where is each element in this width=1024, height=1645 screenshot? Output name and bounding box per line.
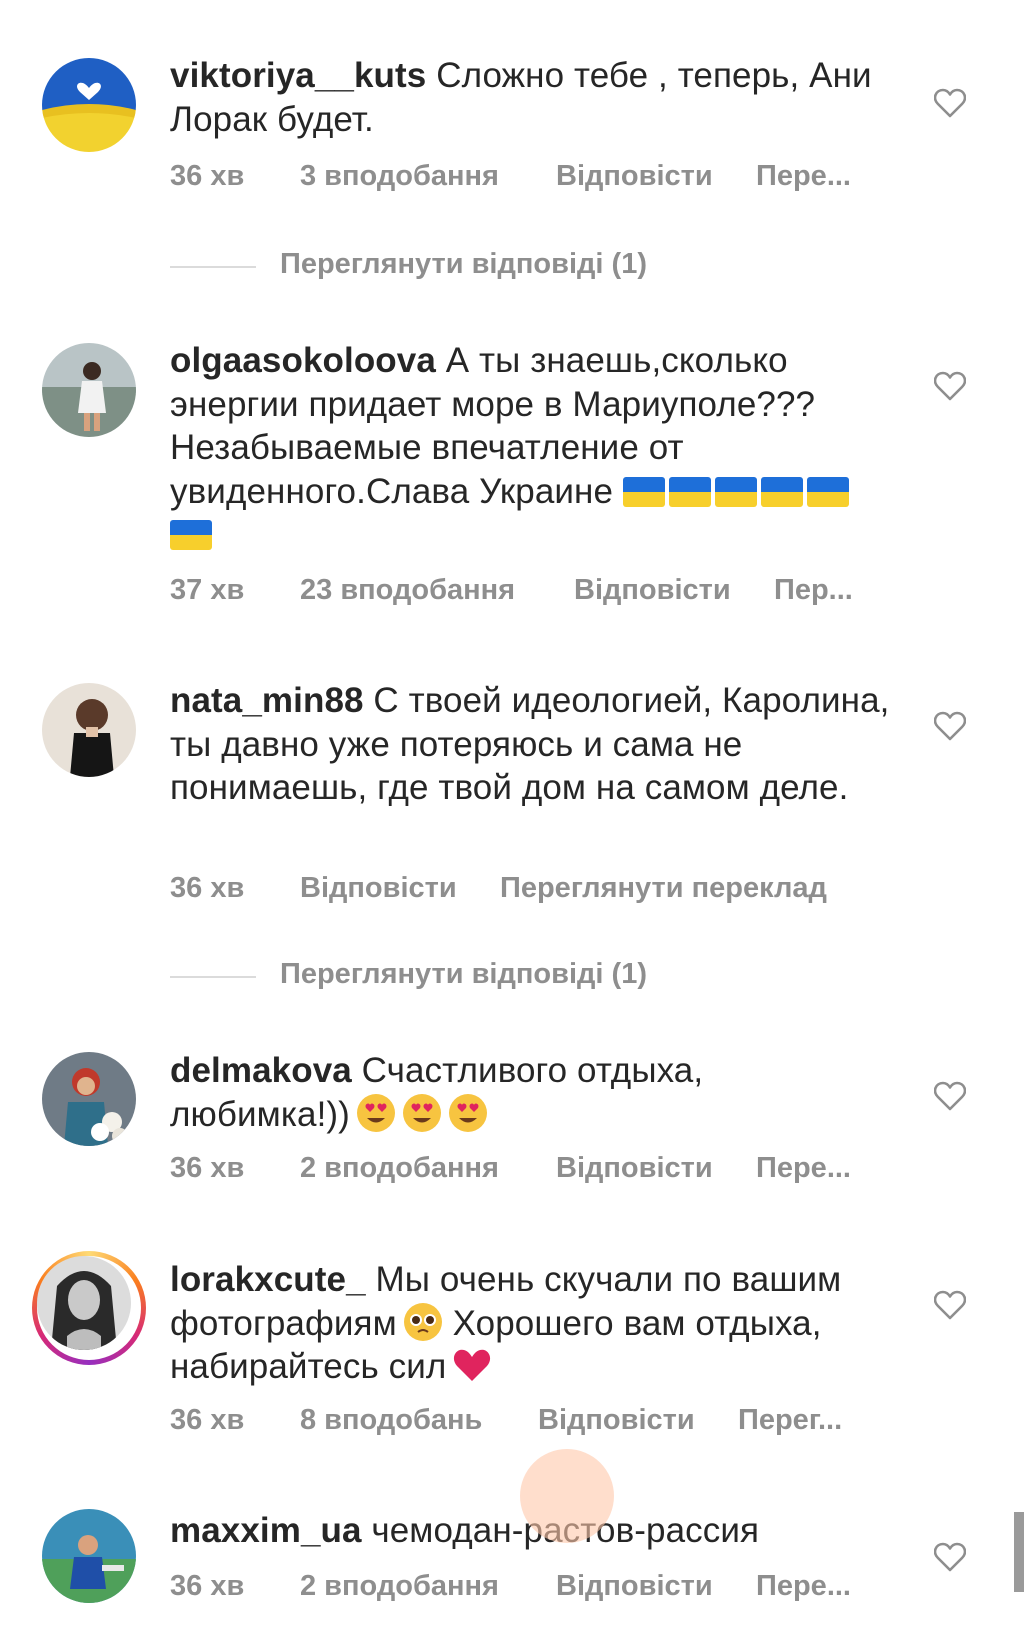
like-heart-icon[interactable] (934, 1542, 966, 1572)
reply-button[interactable]: Відповісти (556, 1152, 713, 1185)
user-avatar[interactable] (37, 1256, 131, 1350)
translate-link[interactable]: Пер... (774, 574, 853, 607)
comment-username[interactable]: olgaasokoloova (170, 341, 436, 380)
like-heart-icon[interactable] (934, 1290, 966, 1320)
comment-username[interactable]: viktoriya__kuts (170, 56, 426, 95)
translate-link[interactable]: Перег... (738, 1404, 842, 1437)
comment-text-block: delmakova Счастливого отдыха, любимка!)) (170, 1049, 890, 1136)
beach-woman-avatar (42, 343, 136, 437)
ukraine-flag-emoji (806, 476, 849, 507)
ukraine-flag-emoji (760, 476, 803, 507)
comment-username[interactable]: maxxim_ua (170, 1511, 362, 1550)
user-avatar[interactable] (42, 1052, 136, 1146)
man-outdoors-avatar (42, 1509, 136, 1603)
woman-with-flowers-avatar (42, 1052, 136, 1146)
user-avatar[interactable] (42, 683, 136, 777)
comment-username[interactable]: lorakxcute_ (170, 1260, 366, 1299)
comment-time: 36 хв (170, 1152, 245, 1184)
comment-time: 36 хв (170, 1570, 245, 1602)
like-heart-icon[interactable] (934, 711, 966, 741)
ukrainian-flag-heart-avatar (42, 58, 136, 152)
likes-count-link[interactable]: 3 вподобання (300, 160, 499, 193)
likes-count-link[interactable]: 8 вподобань (300, 1404, 482, 1437)
comment-time: 36 хв (170, 160, 245, 192)
ukraine-flag-emoji (170, 520, 212, 550)
replies-divider (170, 266, 256, 268)
comment-time: 36 хв (170, 1404, 245, 1436)
comment-text-block: nata_min88 С твоей идеологией, Каролина,… (170, 679, 890, 810)
view-replies-label[interactable]: Переглянути відповіді (1) (280, 958, 647, 991)
translate-link[interactable]: Пере... (756, 160, 851, 193)
likes-count-link[interactable]: 2 вподобання (300, 1152, 499, 1185)
user-avatar[interactable] (42, 1509, 136, 1603)
comment-username[interactable]: nata_min88 (170, 681, 364, 720)
reply-button[interactable]: Відповісти (538, 1404, 695, 1437)
reply-button[interactable]: Відповісти (556, 1570, 713, 1603)
touch-indicator (520, 1449, 614, 1543)
story-ring[interactable] (32, 1251, 146, 1365)
translate-link[interactable]: Пере... (756, 1152, 851, 1185)
comment-text-block: olgaasokoloova А ты знаешь,сколько энерг… (170, 339, 890, 557)
comment-time: 36 хв (170, 872, 245, 904)
user-avatar[interactable] (42, 343, 136, 437)
ukraine-flag-emoji (668, 476, 711, 507)
translate-link[interactable]: Пере... (756, 1570, 851, 1603)
user-avatar[interactable] (42, 58, 136, 152)
heart-eyes-emoji (402, 1093, 442, 1133)
reply-button[interactable]: Відповісти (556, 160, 713, 193)
red-heart-emoji (452, 1345, 492, 1385)
ukraine-flag-emoji (714, 476, 757, 507)
ukraine-flag-emoji (622, 476, 665, 507)
pleading-face-emoji (403, 1302, 443, 1342)
scrollbar-thumb[interactable] (1014, 1512, 1024, 1592)
translate-link[interactable]: Переглянути переклад (500, 872, 827, 905)
comment-text-block: viktoriya__kuts Сложно тебе , теперь, Ан… (170, 54, 890, 141)
heart-eyes-emoji (356, 1093, 396, 1133)
likes-count-link[interactable]: 23 вподобання (300, 574, 515, 607)
likes-count-link[interactable]: 2 вподобання (300, 1570, 499, 1603)
like-heart-icon[interactable] (934, 1081, 966, 1111)
heart-eyes-emoji (448, 1093, 488, 1133)
portrait-woman-story-avatar (37, 1256, 131, 1350)
woman-in-black-avatar (42, 683, 136, 777)
comment-time: 37 хв (170, 574, 245, 606)
comment-text-block: lorakxcute_ Мы очень скучали по вашим фо… (170, 1258, 890, 1389)
replies-divider (170, 976, 256, 978)
like-heart-icon[interactable] (934, 371, 966, 401)
view-replies-label[interactable]: Переглянути відповіді (1) (280, 248, 647, 281)
like-heart-icon[interactable] (934, 88, 966, 118)
reply-button[interactable]: Відповісти (574, 574, 731, 607)
reply-button[interactable]: Відповісти (300, 872, 457, 905)
comment-username[interactable]: delmakova (170, 1051, 352, 1090)
